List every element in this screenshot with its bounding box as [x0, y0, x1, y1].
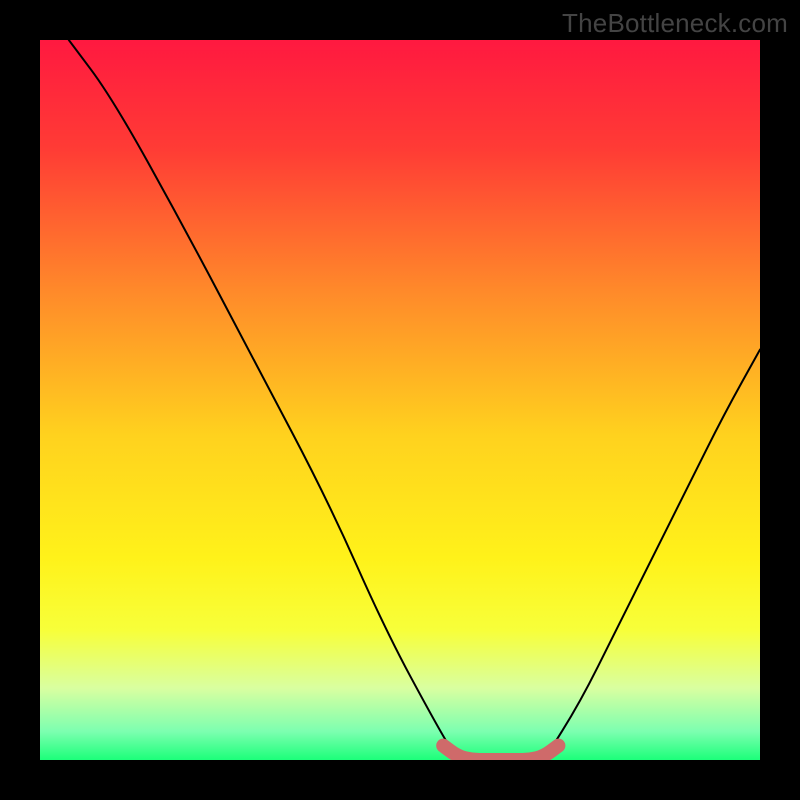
- chart-frame: TheBottleneck.com: [0, 0, 800, 800]
- gradient-background: [40, 40, 760, 760]
- watermark-text: TheBottleneck.com: [562, 8, 788, 39]
- chart-plot-area: [40, 40, 760, 760]
- chart-svg: [40, 40, 760, 760]
